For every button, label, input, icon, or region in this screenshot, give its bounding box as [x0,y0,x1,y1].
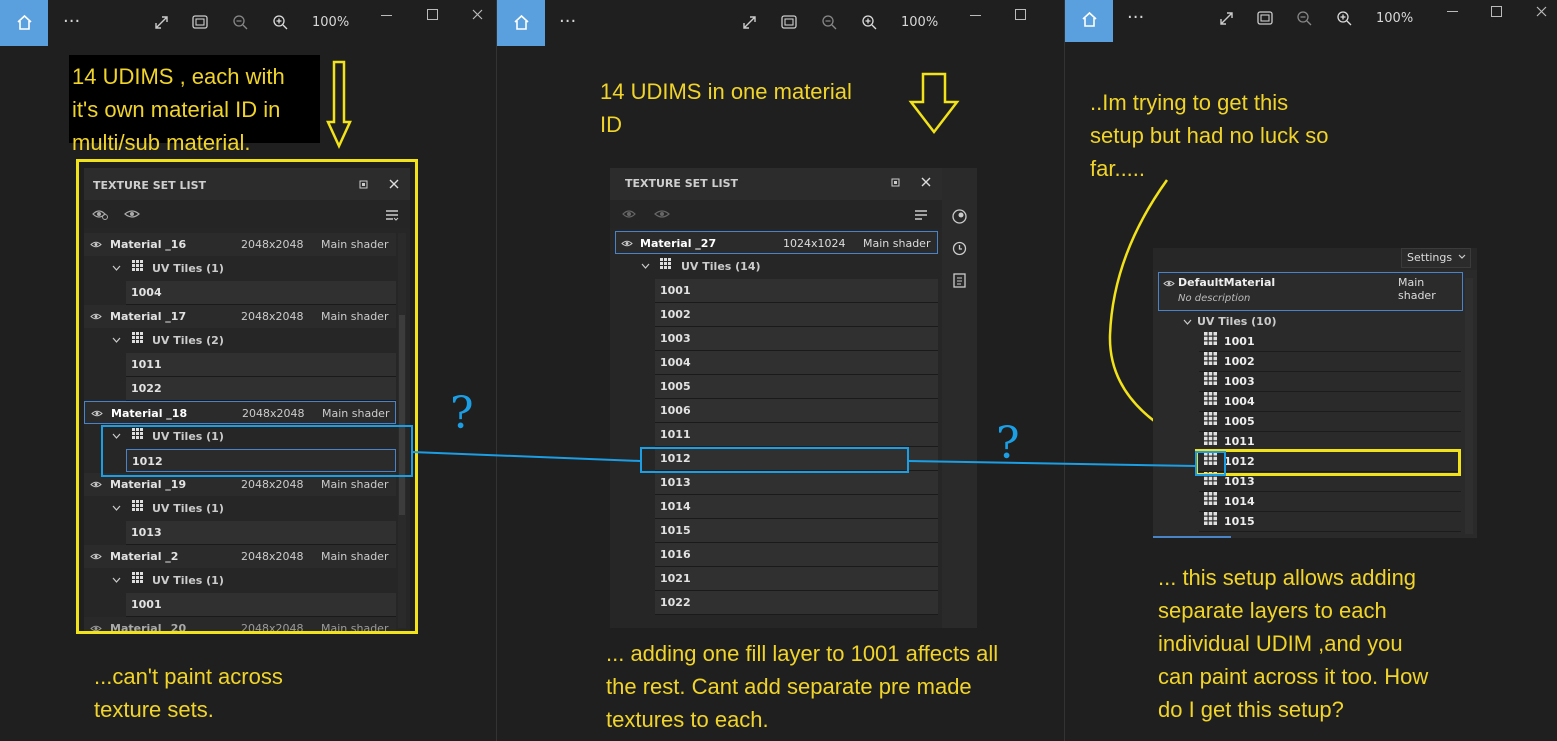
connector-lines [411,451,1197,467]
connector-middle-right [907,460,1197,467]
question-mark-left: ? [450,388,474,439]
connector-left-middle [411,451,641,462]
question-mark-right: ? [996,418,1020,469]
